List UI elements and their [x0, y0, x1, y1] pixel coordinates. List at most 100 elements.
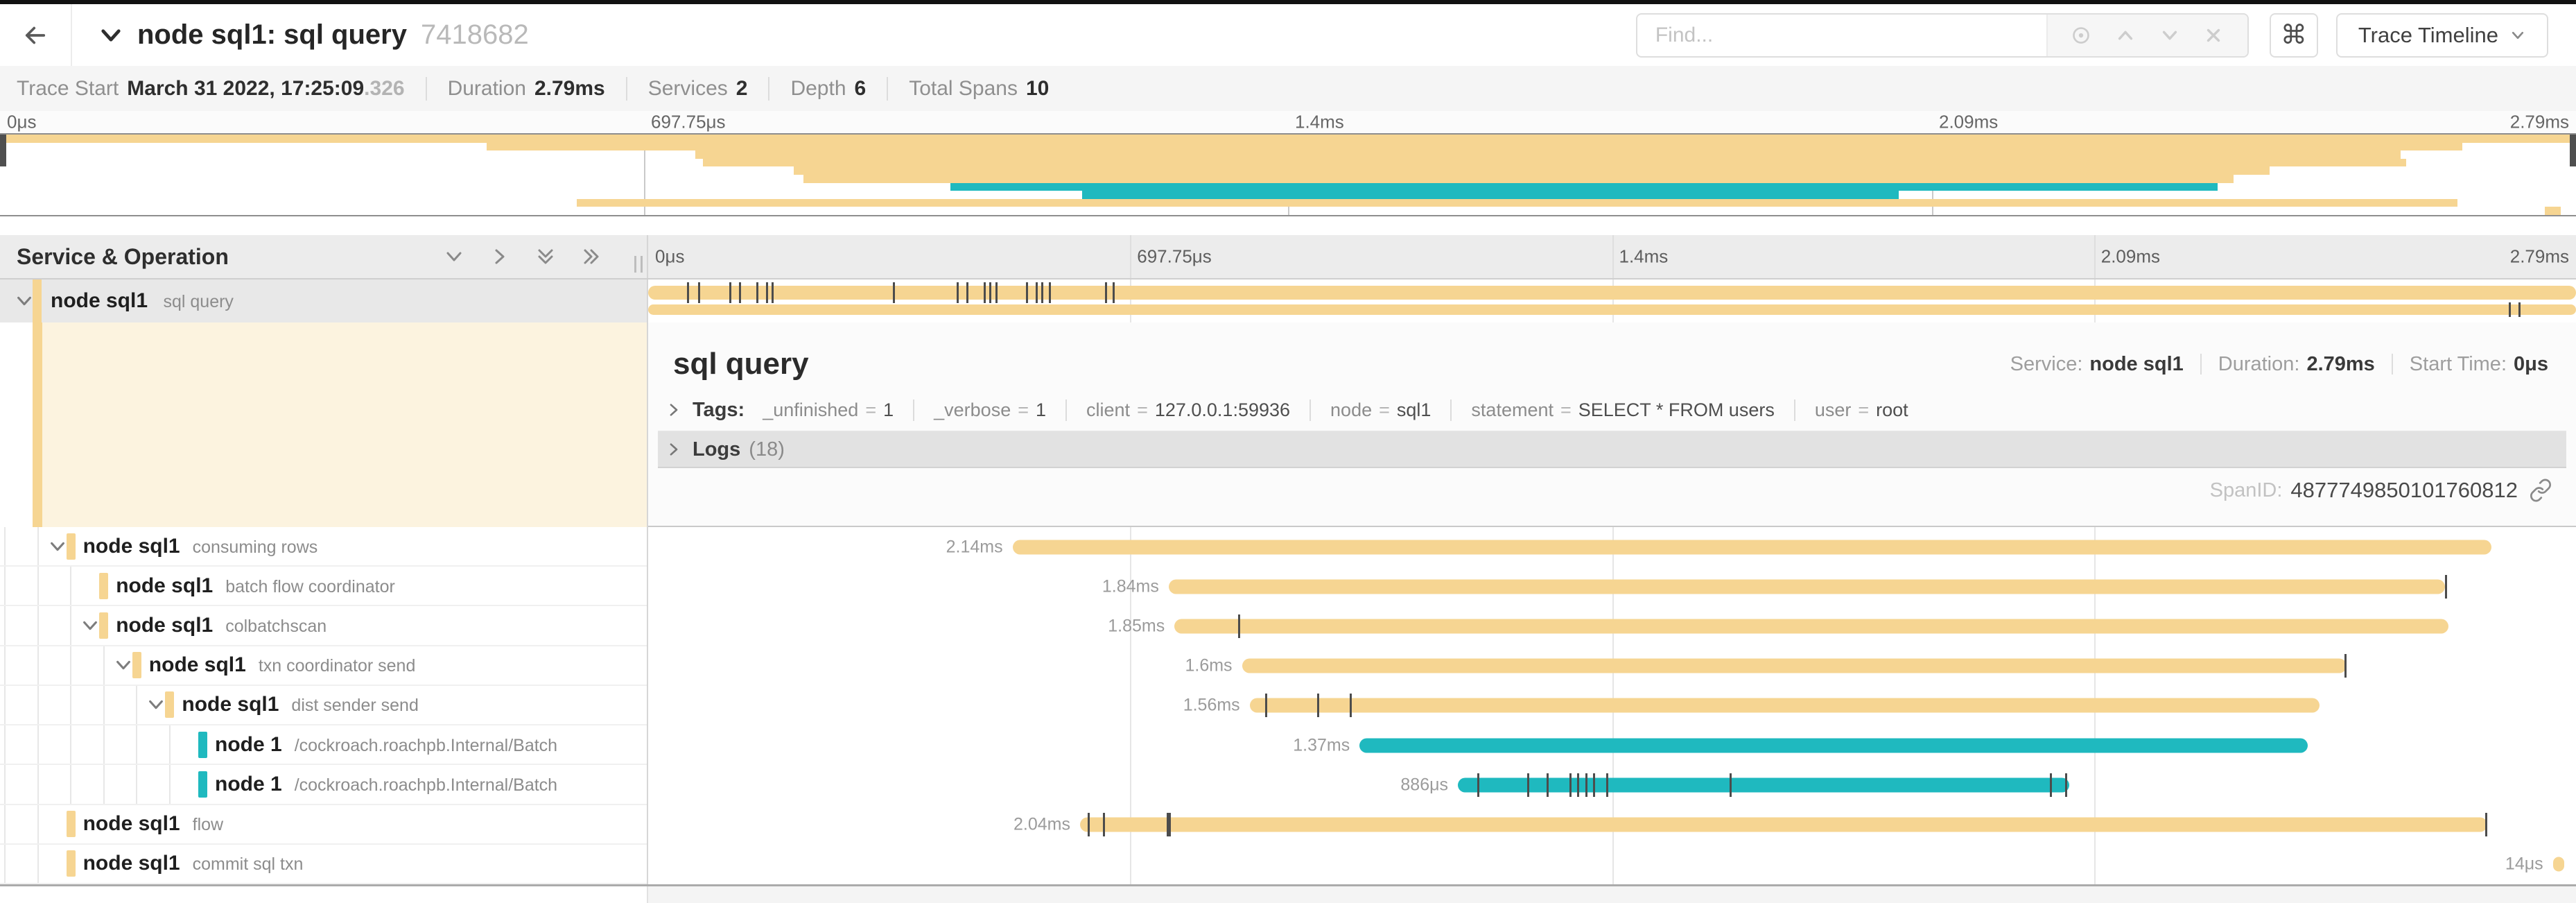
- span-bar[interactable]: [1458, 777, 2069, 792]
- span-bar[interactable]: [2553, 857, 2565, 872]
- logs-accordion[interactable]: Logs (18): [658, 432, 2566, 468]
- ruler-gridline: [1130, 235, 1131, 278]
- indent-guide: [103, 646, 105, 685]
- keyboard-shortcuts-button[interactable]: ⌘: [2270, 13, 2318, 58]
- span-tree-row[interactable]: node 1/cockroach.roachpb.Internal/Batch: [0, 725, 647, 765]
- span-bar-row[interactable]: 1.6ms: [648, 646, 2576, 686]
- log-tick-mark: [1577, 773, 1579, 797]
- indent-guide: [136, 686, 137, 724]
- selected-span-bar-cell[interactable]: [648, 280, 2576, 322]
- back-button[interactable]: [0, 4, 72, 66]
- span-bar[interactable]: [1359, 738, 2308, 752]
- minimap-row: [0, 191, 2576, 199]
- span-bar-row[interactable]: 1.85ms: [648, 606, 2576, 646]
- span-bar[interactable]: [1169, 579, 2445, 594]
- indent-guide: [4, 686, 6, 724]
- span-detail-left-cell: [0, 322, 648, 527]
- span-bar-row[interactable]: 1.56ms: [648, 686, 2576, 725]
- tag-value: root: [1876, 399, 1908, 421]
- span-bar-row[interactable]: 14μs: [648, 845, 2576, 884]
- trace-start-value: March 31 2022, 17:25:09: [127, 77, 364, 101]
- span-bar-row[interactable]: 1.84ms: [648, 567, 2576, 606]
- view-selector-button[interactable]: Trace Timeline: [2336, 13, 2548, 58]
- chevron-down-icon[interactable]: [146, 694, 166, 715]
- arrow-left-icon: [21, 21, 50, 50]
- ruler-gridline: [2094, 235, 2096, 278]
- find-input[interactable]: [1637, 15, 2046, 56]
- trace-expander-chevron-icon[interactable]: [97, 22, 125, 49]
- link-icon[interactable]: [2529, 479, 2552, 502]
- log-tick-mark: [2509, 302, 2511, 317]
- indent-guide: [37, 527, 39, 565]
- indent-guide: [70, 606, 71, 644]
- selected-span-row[interactable]: node sql1 sql query: [0, 280, 2576, 322]
- view-selector-label: Trace Timeline: [2358, 23, 2498, 48]
- span-bar[interactable]: [1174, 619, 2448, 634]
- chevron-down-icon[interactable]: [47, 536, 68, 557]
- log-tick-mark: [2518, 302, 2521, 317]
- duration-value: 2.79ms: [534, 77, 605, 101]
- span-tree-row[interactable]: node sql1batch flow coordinator: [0, 567, 647, 606]
- find-prev-icon[interactable]: [2115, 25, 2136, 46]
- divider: [626, 77, 627, 101]
- span-tree-row[interactable]: node 1/cockroach.roachpb.Internal/Batch: [0, 765, 647, 805]
- log-tick-mark: [1169, 813, 1171, 836]
- operation-name: dist sender send: [291, 696, 418, 715]
- timeline-header-row: Service & Operation 0μs697.75μs1.4ms2.09…: [0, 235, 2576, 280]
- span-bar-row[interactable]: 886μs: [648, 765, 2576, 805]
- span-tree-row[interactable]: node sql1txn coordinator send: [0, 646, 647, 686]
- divider: [2200, 354, 2202, 375]
- find-next-icon[interactable]: [2159, 25, 2180, 46]
- find-box: [1636, 13, 2249, 58]
- chevron-down-icon[interactable]: [80, 615, 101, 636]
- page-title: node sql1: sql query7418682: [137, 19, 529, 51]
- collapse-all-icon[interactable]: [534, 246, 557, 268]
- locate-span-icon[interactable]: [2071, 25, 2091, 46]
- minimap-row: [0, 183, 2576, 191]
- span-tree-row[interactable]: node sql1flow: [0, 805, 647, 845]
- span-bar[interactable]: [648, 286, 2576, 300]
- span-bar-row[interactable]: 2.14ms: [648, 527, 2576, 567]
- trace-start-label: Trace Start: [17, 77, 119, 101]
- clear-find-icon[interactable]: [2203, 25, 2224, 46]
- tags-accordion[interactable]: Tags: _unfinished=1_verbose=1client=127.…: [658, 389, 2566, 432]
- span-tree-row[interactable]: node sql1colbatchscan: [0, 606, 647, 646]
- span-tree-row[interactable]: node sql1consuming rows: [0, 527, 647, 567]
- log-tick-mark: [1547, 773, 1549, 797]
- trace-minimap[interactable]: [0, 133, 2576, 216]
- expand-one-icon[interactable]: [489, 246, 511, 268]
- chevron-down-icon[interactable]: [113, 655, 134, 676]
- span-bar-row[interactable]: 1.37ms: [648, 725, 2576, 765]
- span-duration-label: 1.37ms: [1293, 735, 1359, 755]
- span-bar[interactable]: [1013, 540, 2491, 554]
- span-bar[interactable]: [1080, 818, 2487, 832]
- span-bar-row[interactable]: 2.04ms: [648, 805, 2576, 845]
- minimap-rows: [0, 135, 2576, 215]
- trace-summary-bar: Trace Start March 31 2022, 17:25:09 .326…: [0, 66, 2576, 111]
- minimap-row: [0, 199, 2576, 207]
- indent-guide: [169, 725, 171, 764]
- chevron-down-icon[interactable]: [14, 291, 35, 311]
- log-tick-mark: [772, 282, 774, 303]
- span-duration-label: 1.84ms: [1102, 576, 1169, 596]
- service-name: node 1: [215, 773, 282, 796]
- service-operation-title: Service & Operation: [17, 244, 443, 270]
- span-bar[interactable]: [1242, 659, 2347, 673]
- span-tree-label: node sql1colbatchscan: [116, 614, 327, 637]
- span-bar[interactable]: [1250, 698, 2320, 713]
- expand-all-icon[interactable]: [580, 246, 602, 268]
- tag-value: SELECT * FROM users: [1578, 399, 1775, 421]
- tag-item: node=sql1: [1309, 399, 1431, 421]
- span-tree-row[interactable]: node sql1commit sql txn: [0, 845, 647, 884]
- minimap-left-handle[interactable]: [0, 135, 6, 166]
- ruler-gridline: [1612, 235, 1614, 278]
- panel-resize-grip[interactable]: [634, 256, 643, 273]
- minimap-row: [0, 143, 2576, 151]
- collapse-one-icon[interactable]: [443, 246, 465, 268]
- minimap-span-bar: [695, 150, 2401, 159]
- operation-name: flow: [193, 815, 223, 834]
- log-tick-mark: [1569, 773, 1572, 797]
- span-tree-row[interactable]: node sql1dist sender send: [0, 686, 647, 725]
- minimap-right-handle[interactable]: [2570, 135, 2576, 166]
- selected-span-tree-cell[interactable]: node sql1 sql query: [0, 280, 648, 322]
